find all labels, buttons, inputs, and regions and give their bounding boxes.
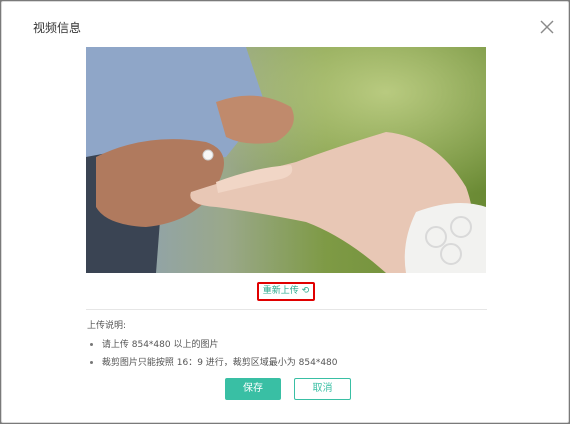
video-info-dialog: 视频信息 重新上传 ⟲ 上传说明: 请上传 854*480 以上的图片 裁剪图片… — [1, 1, 569, 423]
reupload-label: 重新上传 — [262, 286, 299, 296]
divider — [86, 309, 487, 310]
dialog-title: 视频信息 — [33, 21, 82, 35]
cancel-button[interactable]: 取消 — [294, 378, 351, 400]
upload-note-text: 请上传 854*480 以上的图片 — [101, 340, 219, 350]
upload-note-item: 请上传 854*480 以上的图片 — [90, 337, 218, 350]
upload-note-text: 裁剪图片只能按照 16：9 进行，裁剪区域最小为 854*480 — [101, 358, 338, 368]
bullet-icon — [90, 361, 93, 364]
upload-notes-title: 上传说明: — [87, 321, 127, 331]
upload-note-item: 裁剪图片只能按照 16：9 进行，裁剪区域最小为 854*480 — [90, 355, 338, 368]
reupload-button[interactable]: 重新上传 ⟲ — [257, 282, 315, 301]
close-icon[interactable] — [538, 18, 556, 36]
bullet-icon — [90, 343, 93, 346]
video-cover-image — [86, 47, 486, 273]
save-button[interactable]: 保存 — [225, 378, 281, 400]
refresh-icon: ⟲ — [301, 286, 310, 296]
